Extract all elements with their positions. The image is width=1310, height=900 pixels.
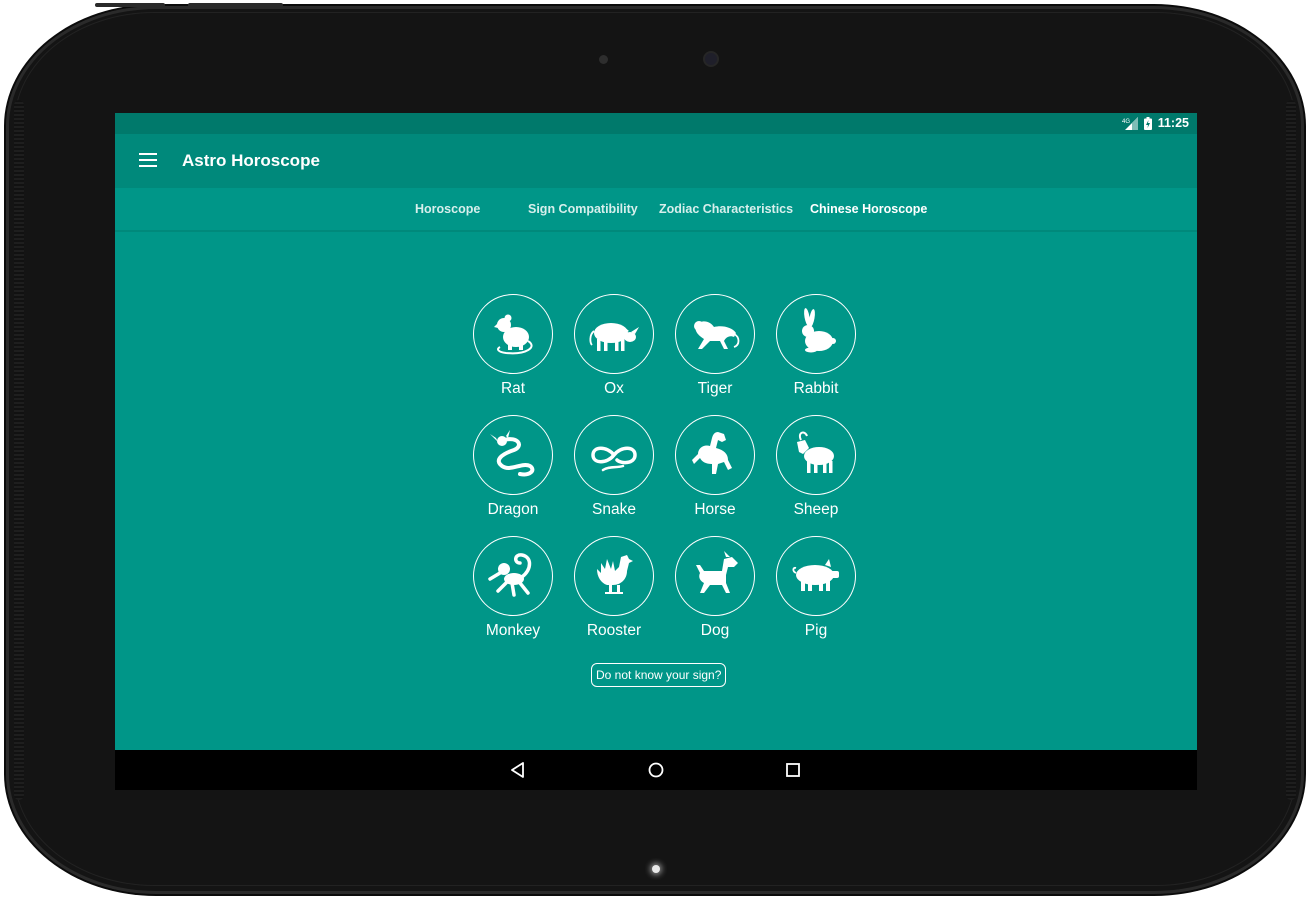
sheep-icon-circle	[776, 415, 856, 495]
screen: 4G 11:25 Astro Horoscope Horoscope Sign …	[115, 113, 1197, 790]
network-type-label: 4G	[1122, 119, 1130, 125]
pig-icon	[792, 559, 839, 591]
app-title: Astro Horoscope	[182, 151, 320, 170]
left-speaker-grille	[14, 100, 24, 800]
sign-label: Monkey	[485, 622, 541, 639]
sign-label: Ox	[604, 380, 624, 397]
sign-label: Horse	[694, 501, 736, 518]
sign-dog[interactable]: Dog	[665, 536, 765, 646]
status-bar: 4G 11:25	[115, 113, 1197, 134]
rat-icon	[494, 314, 533, 355]
status-icons: 4G 11:25	[1122, 116, 1189, 130]
app-bar: Astro Horoscope	[115, 134, 1197, 188]
sign-rabbit[interactable]: Rabbit	[766, 294, 866, 404]
sign-horse[interactable]: Horse	[665, 415, 765, 525]
snake-icon-circle	[574, 415, 654, 495]
sign-rat[interactable]: Rat	[463, 294, 563, 404]
dog-icon	[696, 551, 738, 593]
light-sensor	[599, 55, 608, 64]
monkey-icon-circle	[473, 536, 553, 616]
sign-label: Rooster	[586, 622, 642, 639]
sign-ox[interactable]: Ox	[564, 294, 664, 404]
sign-tiger[interactable]: Tiger	[665, 294, 765, 404]
sign-sheep[interactable]: Sheep	[766, 415, 866, 525]
tiger-icon-circle	[675, 294, 755, 374]
sign-label: Pig	[804, 622, 828, 639]
back-triangle-icon[interactable]	[508, 760, 528, 780]
navigation-bar	[115, 750, 1197, 790]
sign-snake[interactable]: Snake	[564, 415, 664, 525]
monkey-icon	[488, 553, 532, 597]
tab-bar: Horoscope Sign Compatibility Zodiac Char…	[115, 188, 1197, 232]
tab-zodiac-characteristics[interactable]: Zodiac Characteristics	[659, 188, 793, 230]
horse-icon-circle	[675, 415, 755, 495]
rabbit-icon-circle	[776, 294, 856, 374]
sign-label: Dog	[700, 622, 730, 639]
sign-label: Sheep	[793, 501, 839, 518]
recents-square-icon[interactable]	[783, 760, 803, 780]
home-circle-icon[interactable]	[646, 760, 666, 780]
tab-sign-compatibility[interactable]: Sign Compatibility	[528, 188, 638, 230]
sign-label: Dragon	[487, 501, 539, 518]
rooster-icon-circle	[574, 536, 654, 616]
sign-monkey[interactable]: Monkey	[463, 536, 563, 646]
tiger-icon	[694, 321, 740, 349]
rat-icon-circle	[473, 294, 553, 374]
ox-icon-circle	[574, 294, 654, 374]
dragon-icon-circle	[473, 415, 553, 495]
dog-icon-circle	[675, 536, 755, 616]
sign-dragon[interactable]: Dragon	[463, 415, 563, 525]
pig-icon-circle	[776, 536, 856, 616]
sign-rooster[interactable]: Rooster	[564, 536, 664, 646]
hamburger-menu-icon[interactable]	[139, 153, 157, 169]
rooster-icon	[597, 555, 633, 594]
right-speaker-grille	[1286, 100, 1296, 800]
notification-led	[652, 865, 660, 873]
sign-label: Snake	[592, 501, 636, 518]
tab-chinese-horoscope[interactable]: Chinese Horoscope	[810, 188, 927, 230]
signal-icon: 4G	[1122, 116, 1138, 130]
power-button	[95, 3, 165, 7]
rabbit-icon	[802, 308, 836, 353]
snake-icon	[591, 446, 637, 472]
sign-pig[interactable]: Pig	[766, 536, 866, 646]
clock: 11:25	[1157, 116, 1189, 130]
horse-icon	[692, 432, 732, 474]
front-camera	[705, 53, 717, 65]
battery-charging-icon	[1143, 116, 1152, 130]
do-not-know-sign-button[interactable]: Do not know your sign?	[591, 663, 727, 687]
ox-icon	[589, 323, 639, 351]
sign-label: Rat	[500, 380, 526, 397]
sign-label: Rabbit	[793, 380, 839, 397]
sign-label: Tiger	[697, 380, 733, 397]
dragon-icon	[490, 430, 535, 477]
tab-horoscope[interactable]: Horoscope	[415, 188, 480, 230]
volume-button	[188, 3, 283, 7]
sheep-icon	[797, 431, 834, 473]
